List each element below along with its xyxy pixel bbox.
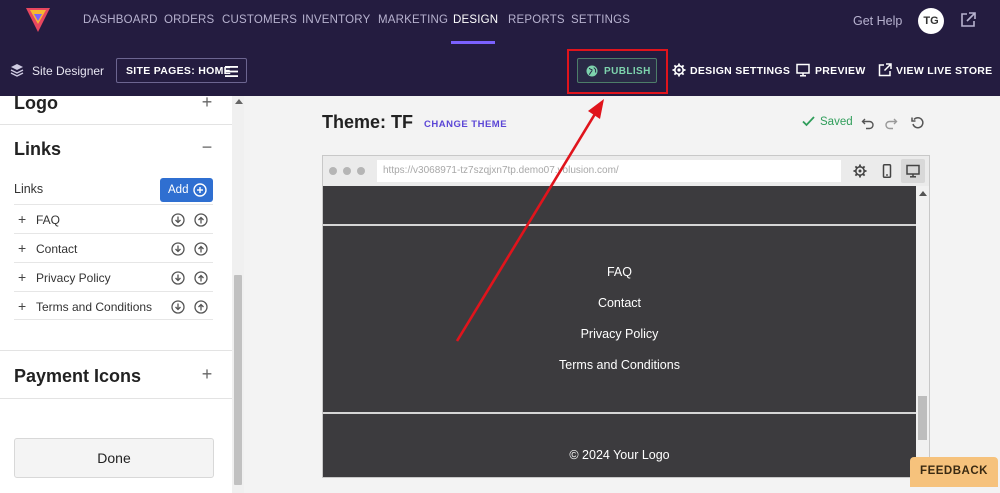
avatar[interactable]: TG <box>918 8 944 34</box>
done-button[interactable]: Done <box>14 438 214 478</box>
expand-logo-toggle[interactable]: + <box>201 92 213 113</box>
browser-address-bar: https://v3068971-tz7szqjxn7tp.demo07.vol… <box>323 156 929 186</box>
collapse-links-toggle[interactable]: − <box>201 137 213 158</box>
layers-icon <box>10 64 24 77</box>
brand-logo-icon[interactable] <box>24 4 52 36</box>
menu-icon <box>225 66 238 77</box>
preview-scroll-up-arrow[interactable] <box>919 191 927 196</box>
move-up-icon[interactable] <box>194 300 208 314</box>
site-preview-frame: https://v3068971-tz7szqjxn7tp.demo07.vol… <box>322 155 930 478</box>
footer-divider <box>323 224 916 226</box>
section-divider <box>0 398 232 399</box>
check-icon <box>802 116 815 127</box>
move-down-icon[interactable] <box>171 213 185 227</box>
refresh-icon[interactable] <box>911 116 925 130</box>
feedback-button[interactable]: FEEDBACK <box>910 457 998 487</box>
move-down-icon[interactable] <box>171 242 185 256</box>
section-title-logo[interactable]: Logo <box>14 93 58 114</box>
window-dot <box>357 167 365 175</box>
link-item-terms[interactable]: + Terms and Conditions <box>14 291 213 320</box>
sidebar-scroll-thumb[interactable] <box>234 275 242 485</box>
expand-link-icon[interactable]: + <box>18 240 26 256</box>
site-pages-dropdown[interactable]: SITE PAGES: HOME <box>116 58 247 83</box>
footer-link-terms[interactable]: Terms and Conditions <box>323 358 916 372</box>
footer-link-faq[interactable]: FAQ <box>323 265 916 279</box>
links-subheading: Links <box>14 182 44 196</box>
section-divider <box>0 350 232 351</box>
link-item-privacy-policy[interactable]: + Privacy Policy <box>14 262 213 291</box>
expand-link-icon[interactable]: + <box>18 298 26 314</box>
undo-icon[interactable] <box>861 116 875 130</box>
site-designer-label: Site Designer <box>32 64 105 78</box>
preview-scroll-thumb[interactable] <box>918 396 927 440</box>
design-settings-button[interactable]: DESIGN SETTINGS <box>690 65 790 77</box>
nav-item-marketing[interactable]: MARKETING <box>378 14 448 26</box>
nav-item-design[interactable]: DESIGN <box>453 14 498 26</box>
nav-item-settings[interactable]: SETTINGS <box>571 14 630 26</box>
annotation-arrow <box>455 99 604 342</box>
link-item-label: Contact <box>36 242 78 256</box>
footer-link-contact[interactable]: Contact <box>323 296 916 310</box>
gear-icon[interactable] <box>853 164 867 178</box>
nav-item-inventory[interactable]: INVENTORY <box>302 14 370 26</box>
expand-link-icon[interactable]: + <box>18 211 26 227</box>
redo-icon[interactable] <box>884 116 898 130</box>
nav-item-reports[interactable]: REPORTS <box>508 14 565 26</box>
move-up-icon[interactable] <box>194 242 208 256</box>
link-item-label: FAQ <box>36 213 61 227</box>
plus-circle-icon <box>193 183 207 197</box>
move-up-icon[interactable] <box>194 271 208 285</box>
expand-link-icon[interactable]: + <box>18 269 26 285</box>
page-title: Theme: TF <box>322 112 414 132</box>
move-down-icon[interactable] <box>171 300 185 314</box>
sidebar-scroll-up-arrow[interactable] <box>235 99 243 104</box>
site-pages-label: SITE PAGES: HOME <box>126 65 231 77</box>
external-link-icon <box>878 63 892 77</box>
publish-highlight-box <box>567 49 668 94</box>
gear-icon <box>672 63 686 77</box>
add-link-button[interactable]: Add <box>160 178 213 202</box>
monitor-icon <box>906 164 920 178</box>
footer-link-privacy-policy[interactable]: Privacy Policy <box>323 327 916 341</box>
section-title-links[interactable]: Links <box>14 139 61 160</box>
monitor-icon <box>796 63 810 77</box>
link-item-label: Privacy Policy <box>36 271 111 285</box>
section-title-payment-icons[interactable]: Payment Icons <box>14 366 141 387</box>
window-dot <box>343 167 351 175</box>
preview-button[interactable]: PREVIEW <box>815 65 866 77</box>
mobile-icon[interactable] <box>880 164 894 178</box>
done-label: Done <box>97 450 131 466</box>
move-down-icon[interactable] <box>171 271 185 285</box>
top-navigation-bar: DASHBOARD ORDERS CUSTOMERS INVENTORY MAR… <box>0 0 1000 44</box>
link-item-contact[interactable]: + Contact <box>14 233 213 262</box>
nav-item-customers[interactable]: CUSTOMERS <box>222 14 297 26</box>
feedback-label: FEEDBACK <box>920 465 988 477</box>
nav-item-dashboard[interactable]: DASHBOARD <box>83 14 158 26</box>
nav-item-orders[interactable]: ORDERS <box>164 14 214 26</box>
window-dot <box>329 167 337 175</box>
saved-status: Saved <box>820 116 853 128</box>
move-up-icon[interactable] <box>194 213 208 227</box>
link-item-faq[interactable]: + FAQ <box>14 204 213 233</box>
desktop-view-toggle[interactable] <box>901 159 925 183</box>
get-help-link[interactable]: Get Help <box>853 14 902 28</box>
view-live-store-button[interactable]: VIEW LIVE STORE <box>896 65 993 77</box>
link-item-label: Terms and Conditions <box>36 300 153 314</box>
add-label: Add <box>168 184 189 196</box>
external-link-icon[interactable] <box>960 12 976 28</box>
expand-payment-icons-toggle[interactable]: + <box>201 364 213 385</box>
footer-divider <box>323 412 916 414</box>
copyright-text: © 2024 Your Logo <box>569 448 670 462</box>
section-divider <box>0 124 232 125</box>
